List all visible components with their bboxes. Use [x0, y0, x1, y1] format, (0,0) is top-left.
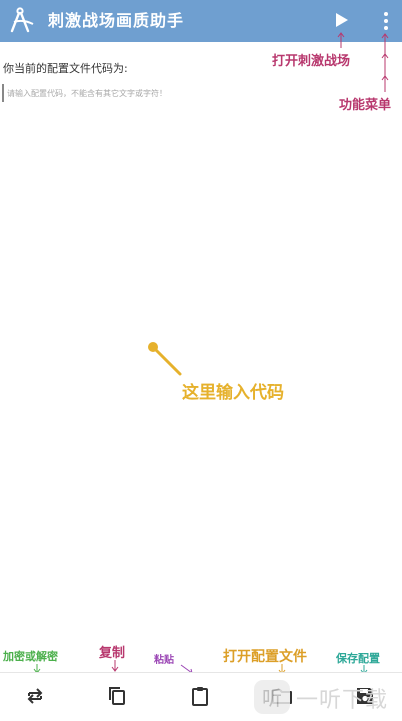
- annotation-encrypt-decrypt: 加密或解密: [3, 650, 58, 663]
- annotation-function-menu: 功能菜单: [339, 98, 392, 113]
- annotation-save-config: 保存配置: [336, 652, 380, 665]
- watermark-logo-icon: 听: [262, 686, 282, 710]
- annotation-enter-code: 这里输入代码: [182, 383, 284, 403]
- app-bar: 刺激战场画质助手: [0, 0, 402, 42]
- copy-button[interactable]: [106, 685, 128, 707]
- encrypt-decrypt-button[interactable]: [24, 685, 46, 707]
- paste-button[interactable]: [189, 685, 211, 707]
- watermark-logo: 听: [254, 680, 290, 714]
- more-menu-button[interactable]: [376, 10, 396, 32]
- play-button[interactable]: [332, 11, 350, 29]
- annotation-copy: 复制: [99, 646, 126, 661]
- repeat-icon: [27, 688, 43, 704]
- annotation-open-config: 打开配置文件: [223, 649, 307, 665]
- compass-logo-icon: [10, 7, 34, 33]
- watermark-logo-text: 听: [262, 686, 282, 710]
- clipboard-icon: [192, 687, 208, 706]
- annotation-paste: 粘贴: [154, 655, 174, 666]
- input-pointer-dot: [148, 342, 158, 352]
- app-title: 刺激战场画质助手: [48, 11, 185, 30]
- annotation-open-game: 打开刺激战场: [272, 54, 351, 69]
- copy-icon: [109, 687, 125, 705]
- config-prompt-label: 你当前的配置文件代码为:: [3, 62, 128, 75]
- watermark-text: 一听下载: [296, 688, 389, 713]
